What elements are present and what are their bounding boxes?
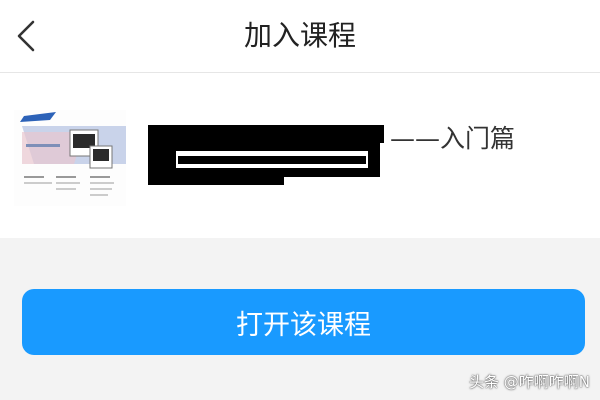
course-thumbnail bbox=[14, 110, 126, 206]
watermark-text: 头条 @咋啊咋啊N bbox=[469, 373, 590, 391]
chevron-left-icon bbox=[17, 20, 35, 52]
top-bar: 加入课程 bbox=[0, 0, 600, 73]
course-thumbnail-art bbox=[14, 110, 126, 206]
course-title-suffix: ——入门篇 bbox=[390, 124, 516, 153]
open-course-button[interactable]: 打开该课程 bbox=[22, 289, 585, 355]
course-card[interactable]: ——入门篇 bbox=[0, 73, 600, 238]
back-button[interactable] bbox=[8, 14, 44, 58]
page-title: 加入课程 bbox=[243, 19, 356, 52]
